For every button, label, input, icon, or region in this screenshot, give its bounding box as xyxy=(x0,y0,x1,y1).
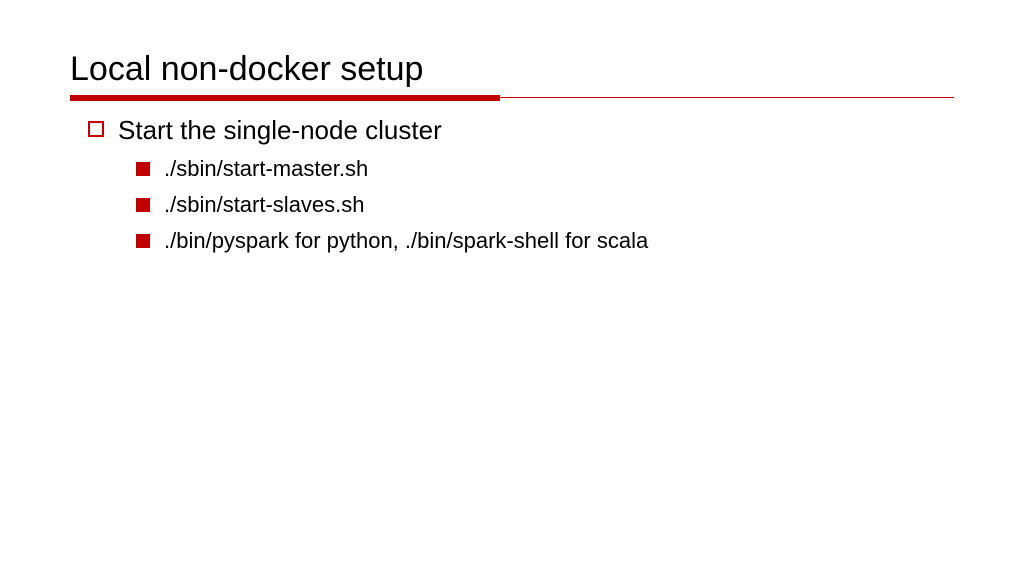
title-rule xyxy=(70,95,954,101)
hollow-square-icon xyxy=(88,121,104,137)
list-item: ./sbin/start-master.sh xyxy=(136,156,954,182)
list-item-label: ./sbin/start-slaves.sh xyxy=(164,192,365,218)
list-item-label: Start the single-node cluster xyxy=(118,115,442,146)
list-item: ./sbin/start-slaves.sh xyxy=(136,192,954,218)
filled-square-icon xyxy=(136,162,150,176)
title-rule-thick xyxy=(70,95,500,101)
list-item-label: ./bin/pyspark for python, ./bin/spark-sh… xyxy=(164,228,648,254)
outline-list: Start the single-node cluster xyxy=(70,115,954,146)
list-item: Start the single-node cluster xyxy=(88,115,954,146)
list-item: ./bin/pyspark for python, ./bin/spark-sh… xyxy=(136,228,954,254)
slide-title: Local non-docker setup xyxy=(70,50,954,89)
filled-square-icon xyxy=(136,234,150,248)
list-item-label: ./sbin/start-master.sh xyxy=(164,156,368,182)
filled-square-icon xyxy=(136,198,150,212)
sub-list: ./sbin/start-master.sh ./sbin/start-slav… xyxy=(70,156,954,254)
